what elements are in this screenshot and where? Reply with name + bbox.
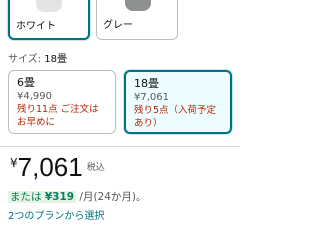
size-option-18[interactable]: 18畳 ¥7,061 残り5点（入荷予定あり）	[124, 70, 232, 134]
tax-included-label: 税込	[86, 163, 105, 173]
choose-plan-link[interactable]: 2つのプランから選択	[8, 207, 104, 222]
product-thumbnail-white	[36, 0, 62, 12]
size-option-title: 18畳	[134, 77, 159, 90]
color-option-label: グレー	[103, 20, 133, 31]
color-option-white[interactable]: ホワイト	[8, 0, 90, 40]
installment-offer: または ¥319 /月(24か月)。	[8, 189, 147, 204]
installment-term: /月(24か月)。	[79, 191, 147, 203]
product-price: ¥7,061 税込	[10, 152, 105, 183]
price-currency: ¥	[10, 156, 18, 170]
color-option-label: ホワイト	[16, 21, 56, 32]
divider	[0, 146, 240, 147]
size-selection-line: サイズ: 18畳	[8, 50, 67, 65]
size-option-price: ¥7,061	[134, 92, 169, 103]
color-option-gray[interactable]: グレー	[96, 0, 178, 40]
size-option-title: 6畳	[17, 76, 35, 89]
product-thumbnail-gray	[125, 0, 151, 11]
size-option-price: ¥4,990	[17, 91, 52, 102]
size-value: 18畳	[44, 54, 67, 65]
installment-amount: ¥319	[44, 191, 75, 203]
price-amount: 7,061	[17, 152, 83, 182]
size-option-6[interactable]: 6畳 ¥4,990 残り11点 ご注文はお早めに	[8, 70, 116, 134]
installment-highlight: または ¥319	[8, 191, 77, 203]
installment-prefix: または	[10, 191, 42, 203]
size-label: サイズ:	[8, 54, 42, 65]
size-option-stock: 残り5点（入荷予定あり）	[134, 105, 217, 129]
size-option-stock: 残り11点 ご注文はお早めに	[17, 104, 99, 128]
